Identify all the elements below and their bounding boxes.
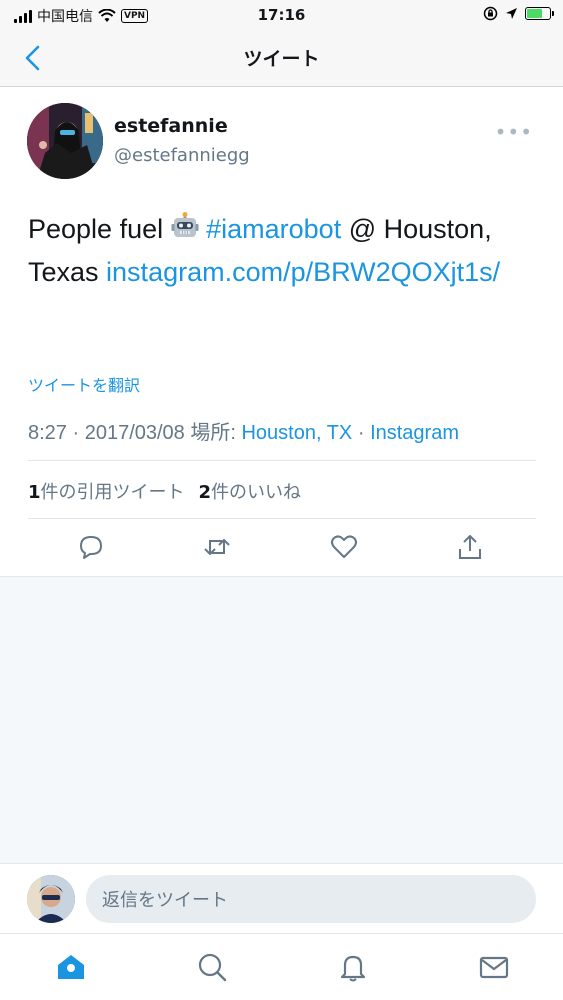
- status-bar: 中国电信 VPN 17:16: [0, 0, 563, 30]
- url-link[interactable]: instagram.com/p/BRW2QOXjt1s/: [106, 257, 500, 287]
- divider: [28, 518, 536, 519]
- status-time: 17:16: [257, 6, 306, 24]
- hashtag-link[interactable]: #iamarobot: [206, 214, 341, 244]
- tweet-text: People fuel #iamarobot @ Houston, Texas …: [28, 208, 533, 294]
- tweet-actions: [0, 532, 563, 566]
- page-title: ツイート: [243, 48, 320, 70]
- avatar[interactable]: [27, 103, 103, 179]
- tab-bar: [0, 933, 563, 1000]
- messages-icon[interactable]: [478, 951, 510, 983]
- home-icon[interactable]: [55, 951, 87, 983]
- retweet-icon[interactable]: [202, 532, 232, 562]
- user-handle[interactable]: @estefanniegg: [114, 145, 250, 166]
- divider: [28, 460, 536, 461]
- reply-input[interactable]: 返信をツイート: [86, 875, 536, 923]
- location-link[interactable]: Houston, TX: [241, 422, 352, 444]
- translate-link[interactable]: ツイートを翻訳: [28, 372, 140, 396]
- battery-icon: [525, 7, 554, 20]
- empty-replies-area: [0, 576, 563, 864]
- like-label: 件のいいね: [211, 482, 302, 503]
- robot-emoji-icon: [171, 212, 199, 237]
- my-avatar[interactable]: [27, 875, 75, 923]
- more-options-icon[interactable]: •••: [495, 120, 533, 144]
- status-bar-right: [483, 6, 554, 21]
- display-name[interactable]: estefannie: [114, 115, 228, 137]
- quote-label: 件の引用ツイート: [40, 482, 185, 503]
- reply-icon[interactable]: [76, 532, 106, 562]
- source-link[interactable]: Instagram: [370, 422, 459, 444]
- like-icon[interactable]: [329, 532, 359, 562]
- nav-bar: ツイート: [0, 30, 563, 87]
- orientation-lock-icon: [483, 6, 498, 21]
- meta-separator: ·: [352, 422, 371, 444]
- location-icon: [506, 8, 517, 19]
- like-count: 2: [198, 482, 212, 503]
- search-icon[interactable]: [196, 951, 228, 983]
- notifications-icon[interactable]: [337, 951, 369, 983]
- quote-count: 1: [28, 482, 41, 503]
- share-icon[interactable]: [455, 532, 485, 562]
- reply-bar: 返信をツイート: [0, 865, 563, 933]
- tweet-timestamp: 8:27 · 2017/03/08 場所:: [28, 422, 242, 444]
- tweet-text-start: People fuel: [28, 214, 171, 244]
- tweet-meta: 8:27 · 2017/03/08 場所: Houston, TX · Inst…: [28, 416, 459, 445]
- tweet-stats: 1件の引用ツイート 2件のいいね: [28, 478, 301, 504]
- likes-stat[interactable]: 2件のいいね: [199, 478, 302, 504]
- quote-tweets-stat[interactable]: 1件の引用ツイート: [28, 478, 185, 504]
